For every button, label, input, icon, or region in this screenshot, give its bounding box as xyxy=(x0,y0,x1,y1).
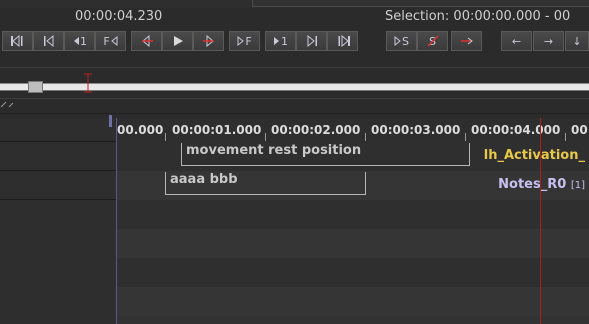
play-selection-icon xyxy=(394,35,401,47)
top-panel xyxy=(252,0,589,7)
selection-mode-icon xyxy=(460,37,473,45)
tier-row xyxy=(116,287,589,316)
next-scroll-view-button[interactable] xyxy=(296,31,327,51)
annotation-block[interactable]: aaaa bbb xyxy=(165,172,366,195)
tier-separator xyxy=(0,199,116,200)
previous-annotation-icon xyxy=(141,34,153,48)
tier-separator xyxy=(0,141,116,142)
down-arrow-icon: ↓ xyxy=(572,34,582,48)
playhead-cursor[interactable] xyxy=(540,118,541,324)
previous-frame-button[interactable]: F xyxy=(95,31,126,51)
clear-selection-button[interactable]: S xyxy=(417,31,448,51)
annotation-block[interactable]: movement rest position xyxy=(181,143,470,166)
previous-pixel-button[interactable]: 1 xyxy=(64,31,95,51)
ruler-tick-label: 00:0 xyxy=(571,123,589,137)
tier-row xyxy=(116,258,589,287)
tier-name: Notes_R0 xyxy=(498,177,567,192)
view-left-boundary xyxy=(116,118,117,324)
next-frame-label: F xyxy=(245,34,252,48)
divider xyxy=(0,98,589,99)
tier-separator xyxy=(0,170,116,171)
annotation-text: movement rest position xyxy=(186,143,362,158)
current-time-label: 00:00:04.230 xyxy=(75,9,163,24)
previous-pixel-icon xyxy=(74,37,79,45)
ruler-tick-label: 00.000 xyxy=(117,123,164,137)
ruler-tick xyxy=(465,133,466,141)
play-pause-button[interactable] xyxy=(162,31,193,51)
crosshair-marker-icon xyxy=(84,73,92,93)
tier-labels-panel xyxy=(0,118,117,324)
play-icon xyxy=(173,36,183,46)
left-arrow-icon: ← xyxy=(511,34,522,48)
media-slider-knob[interactable] xyxy=(28,81,43,93)
tier-label-notes[interactable]: Notes_R0 [1] xyxy=(498,177,585,192)
top-strip xyxy=(0,0,589,8)
next-pixel-button[interactable]: 1 xyxy=(265,31,296,51)
previous-pixel-label: 1 xyxy=(80,34,87,48)
collapse-arrow-icon[interactable] xyxy=(0,101,14,109)
play-selection-button[interactable]: S xyxy=(386,31,417,51)
previous-scroll-view-icon xyxy=(43,35,53,47)
down-arrow-button[interactable]: ↓ xyxy=(565,31,589,51)
go-to-end-button[interactable] xyxy=(327,31,358,51)
tier-row xyxy=(116,200,589,229)
selection-label: Selection: 00:00:00.000 - 00 xyxy=(385,9,571,24)
next-annotation-button[interactable] xyxy=(193,31,224,51)
go-to-begin-icon xyxy=(10,35,22,47)
ruler-tick-label: 00:00:03.000 xyxy=(371,123,461,137)
tier-name: lh_Activation_ xyxy=(483,148,585,163)
previous-annotation-button[interactable] xyxy=(131,31,162,51)
tier-count: [1] xyxy=(570,180,585,191)
go-to-begin-button[interactable] xyxy=(2,31,33,51)
next-frame-button[interactable]: F xyxy=(229,31,260,51)
ruler-tick xyxy=(165,133,166,141)
annotation-text: aaaa bbb xyxy=(170,172,238,187)
left-arrow-button[interactable]: ← xyxy=(501,31,532,51)
go-to-end-icon xyxy=(338,35,350,47)
next-pixel-label: 1 xyxy=(281,34,288,48)
ruler-tick-label: 00:00:04.000 xyxy=(471,123,561,137)
selection-mode-button[interactable] xyxy=(451,31,482,51)
clear-selection-icon xyxy=(427,35,439,47)
next-annotation-icon xyxy=(202,34,214,48)
play-selection-label: S xyxy=(402,34,409,48)
ruler-tick xyxy=(365,133,366,141)
divider xyxy=(0,113,589,114)
tier-row xyxy=(116,229,589,258)
right-arrow-button[interactable]: → xyxy=(533,31,564,51)
ruler-tick-label: 00:00:01.000 xyxy=(172,123,262,137)
divider xyxy=(0,67,589,68)
ruler-tick xyxy=(565,133,566,141)
boundary-marker[interactable] xyxy=(109,115,112,127)
ruler-tick-label: 00:00:02.000 xyxy=(271,123,361,137)
tier-label-lh-activation[interactable]: lh_Activation_ xyxy=(484,148,585,163)
next-pixel-icon xyxy=(274,37,279,45)
next-scroll-view-icon xyxy=(307,35,317,47)
right-arrow-icon: → xyxy=(543,34,554,48)
previous-scroll-view-button[interactable] xyxy=(33,31,64,51)
ruler-tick xyxy=(265,133,266,141)
next-frame-icon xyxy=(237,35,245,47)
previous-frame-icon xyxy=(110,35,118,47)
